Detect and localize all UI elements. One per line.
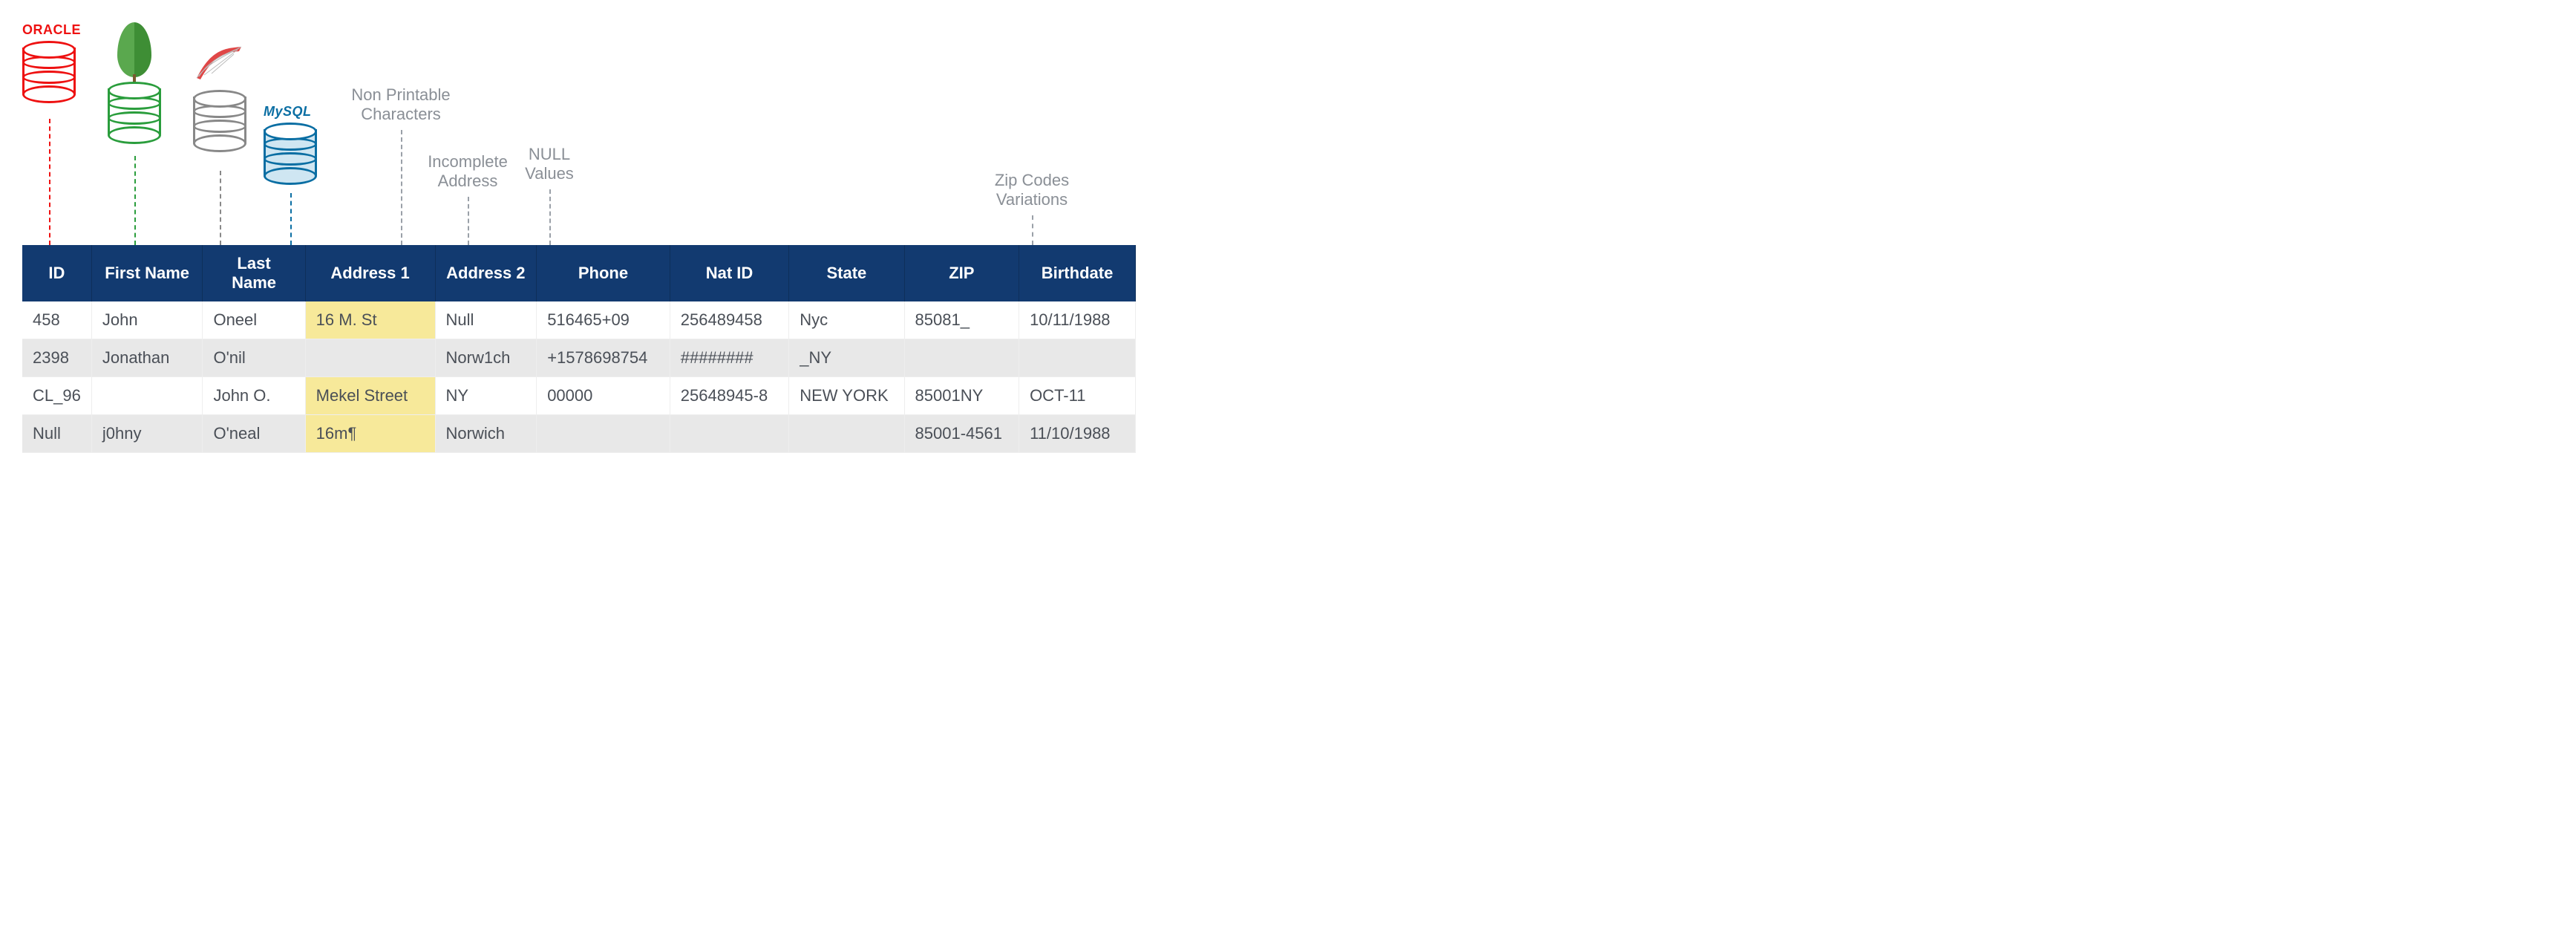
table-cell: _NY: [789, 339, 904, 377]
connector-line: [1032, 215, 1033, 245]
table-cell: O'neal: [203, 415, 305, 453]
table-header-cell: State: [789, 245, 904, 301]
table-cell: 516465+09: [537, 301, 670, 339]
sqlserver-flag-icon: [193, 41, 245, 85]
source-mysql: MySQL: [264, 104, 317, 182]
table-cell: Oneel: [203, 301, 305, 339]
table-cell: Nyc: [789, 301, 904, 339]
table-header-cell: Last Name: [203, 245, 305, 301]
table-cell: [537, 415, 670, 453]
mysql-logo: MySQL: [264, 104, 317, 120]
table-header-cell: Address 2: [435, 245, 537, 301]
table-cell: 10/11/1988: [1019, 301, 1136, 339]
database-icon: [193, 90, 246, 149]
table-cell: Norwich: [435, 415, 537, 453]
source-mongodb: [108, 22, 161, 141]
table-cell: CL_96: [22, 377, 91, 415]
table-cell: 25648945-8: [670, 377, 788, 415]
source-sqlserver: [193, 41, 246, 149]
table-cell: 00000: [537, 377, 670, 415]
table-cell: Jonathan: [91, 339, 203, 377]
diagram-stage: ORACLE MySQL: [15, 22, 1143, 446]
table-cell: O'nil: [203, 339, 305, 377]
connector-line: [220, 171, 221, 245]
database-icon: [22, 41, 76, 100]
table-cell: [789, 415, 904, 453]
annotation-zip: Zip CodesVariations: [972, 171, 1091, 210]
annotation-null: NULLValues: [505, 145, 594, 184]
table-cell: 11/10/1988: [1019, 415, 1136, 453]
table-row: Nullj0hnyO'neal16m¶Norwich 85001-456111/1…: [22, 415, 1136, 453]
table-cell: John: [91, 301, 203, 339]
table-cell: 458: [22, 301, 91, 339]
table-header-cell: ZIP: [904, 245, 1019, 301]
data-table: IDFirst NameLast NameAddress 1Address 2P…: [22, 245, 1136, 453]
table-header-row: IDFirst NameLast NameAddress 1Address 2P…: [22, 245, 1136, 301]
table-header-cell: First Name: [91, 245, 203, 301]
connector-line: [549, 189, 551, 245]
table-cell: +1578698754: [537, 339, 670, 377]
mongodb-leaf-icon: [117, 22, 151, 77]
connector-line: [468, 197, 469, 245]
connector-line: [290, 193, 292, 245]
table-cell: j0hny: [91, 415, 203, 453]
table-cell: Mekel Street: [305, 377, 435, 415]
table-cell: [1019, 339, 1136, 377]
table-row: 2398JonathanO'nil Norw1ch+1578698754#####…: [22, 339, 1136, 377]
table-cell: 85001NY: [904, 377, 1019, 415]
connector-line: [134, 156, 136, 245]
oracle-logo: ORACLE: [22, 22, 81, 38]
database-icon: [264, 123, 317, 182]
table-header-cell: Birthdate: [1019, 245, 1136, 301]
table-cell: 85081_: [904, 301, 1019, 339]
table-cell: 16 M. St: [305, 301, 435, 339]
annotation-nonprintable: Non PrintableCharacters: [327, 85, 475, 125]
table-header-cell: ID: [22, 245, 91, 301]
table-row: 458JohnOneel16 M. StNull516465+092564894…: [22, 301, 1136, 339]
table-cell: 2398: [22, 339, 91, 377]
table-cell: Null: [22, 415, 91, 453]
table-header-cell: Phone: [537, 245, 670, 301]
table-cell: ########: [670, 339, 788, 377]
table-cell: NY: [435, 377, 537, 415]
table-cell: John O.: [203, 377, 305, 415]
connector-line: [49, 119, 50, 245]
table-cell: 85001-4561: [904, 415, 1019, 453]
source-oracle: ORACLE: [22, 22, 81, 100]
database-icon: [108, 82, 161, 141]
table-cell: 16m¶: [305, 415, 435, 453]
table-header-cell: Address 1: [305, 245, 435, 301]
table-cell: 256489458: [670, 301, 788, 339]
table-cell: [91, 377, 203, 415]
table-row: CL_96 John O.Mekel StreetNY0000025648945-…: [22, 377, 1136, 415]
table-cell: OCT-11: [1019, 377, 1136, 415]
table-cell: Null: [435, 301, 537, 339]
table-cell: [670, 415, 788, 453]
table-cell: [305, 339, 435, 377]
table-cell: NEW YORK: [789, 377, 904, 415]
table-header-cell: Nat ID: [670, 245, 788, 301]
table-cell: Norw1ch: [435, 339, 537, 377]
table-cell: [904, 339, 1019, 377]
